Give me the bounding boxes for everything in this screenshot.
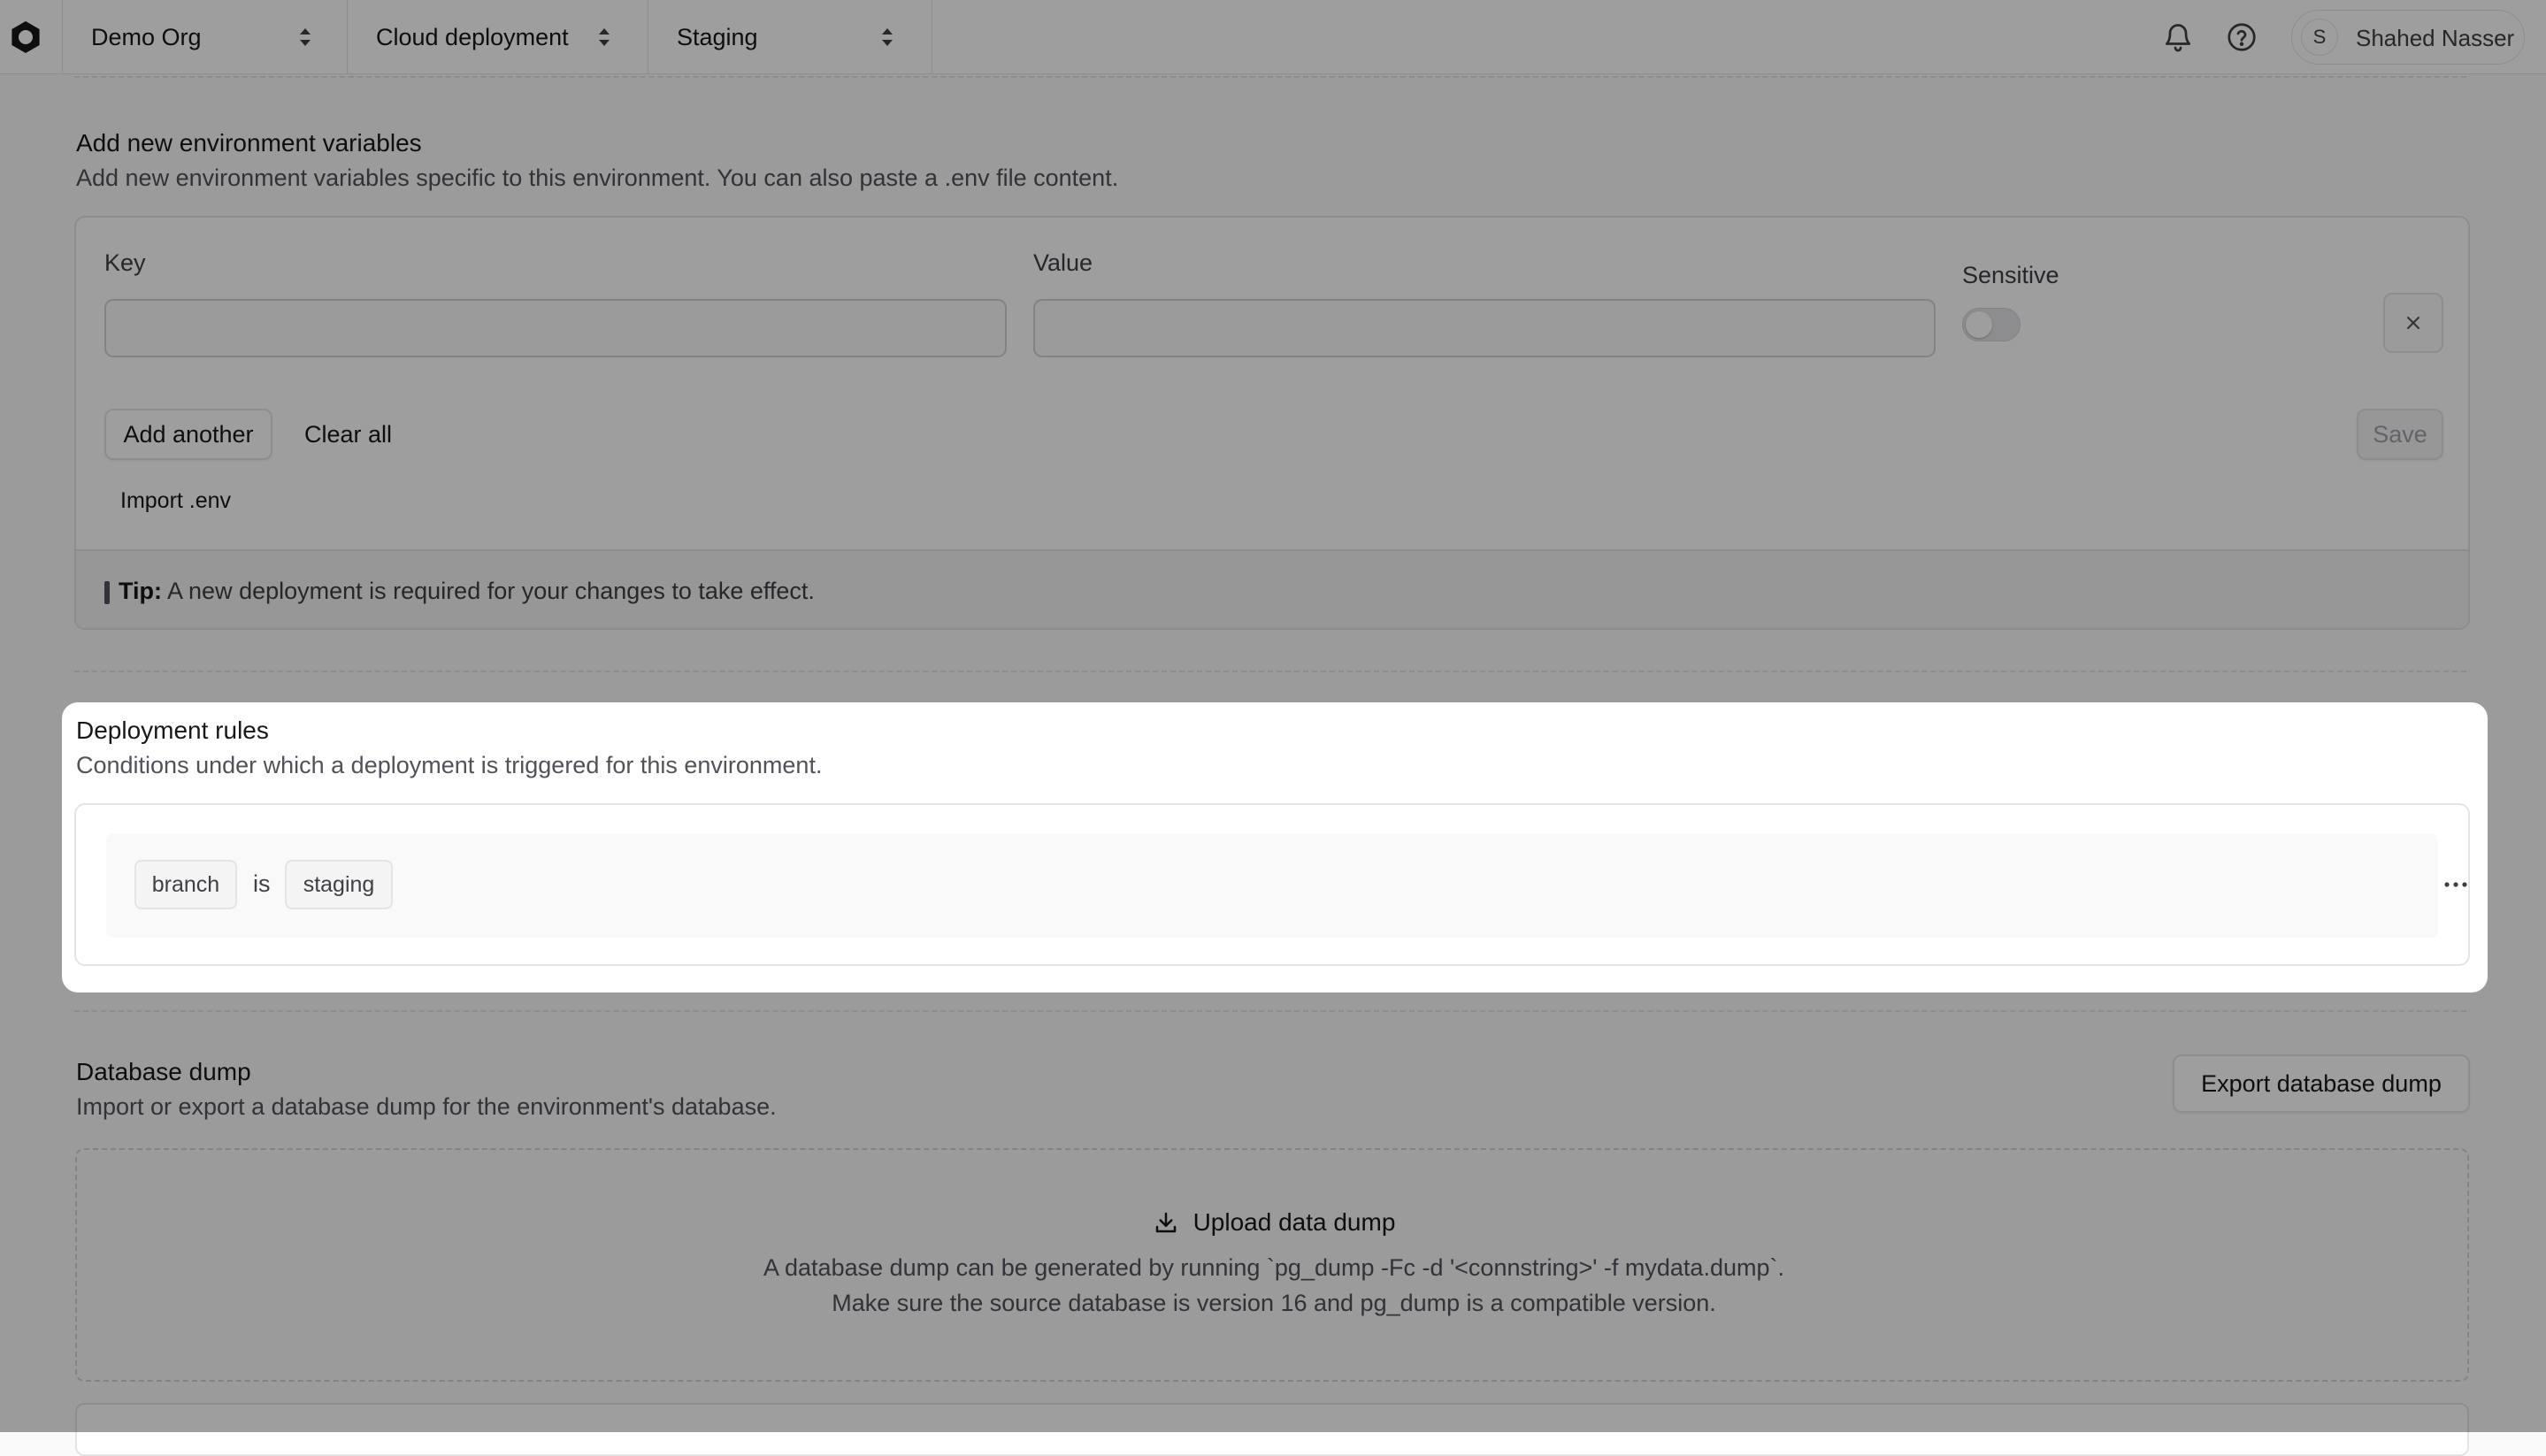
- more-horizontal-icon[interactable]: [2438, 870, 2470, 899]
- rule-field-pill: branch: [134, 860, 237, 909]
- deployment-rules-card: branch is staging: [74, 803, 2470, 966]
- rule-operator: is: [253, 870, 271, 897]
- rule-value-pill: staging: [285, 860, 393, 909]
- deployment-rule: branch is staging: [106, 833, 2467, 938]
- deployment-rules-description: Conditions under which a deployment is t…: [76, 752, 823, 778]
- deployment-rules-highlight: Deployment rules Conditions under which …: [62, 702, 2488, 992]
- deployment-rules-title: Deployment rules: [76, 717, 269, 744]
